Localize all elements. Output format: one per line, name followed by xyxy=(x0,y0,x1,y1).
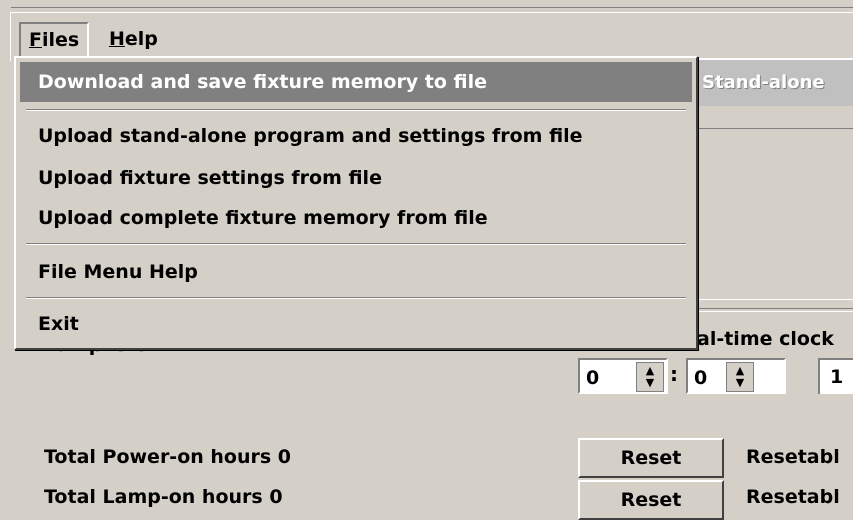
clock-colon: : xyxy=(670,362,678,386)
spin-arrows-icon[interactable]: ▲ ▼ xyxy=(726,362,754,392)
files-dropdown-menu: Download and save fixture memory to file… xyxy=(14,56,698,350)
menu-bar: Files Help xyxy=(10,7,853,61)
clock-minutes-spinner[interactable]: 0 ▲ ▼ xyxy=(686,358,786,394)
menu-item-exit[interactable]: Exit xyxy=(20,304,692,344)
clock-third-field[interactable]: 1 xyxy=(818,358,853,394)
resetable-label-2: Resetabl xyxy=(746,486,840,508)
help-accel: H xyxy=(109,28,125,50)
clock-hours-spinner[interactable]: 0 ▲ ▼ xyxy=(578,358,668,394)
resetable-label: Resetabl xyxy=(746,446,840,468)
spin-arrows-icon[interactable]: ▲ ▼ xyxy=(636,362,664,392)
menu-files[interactable]: Files xyxy=(19,22,90,58)
clock-group-divider xyxy=(690,308,853,312)
menu-item-upload-fixture-settings[interactable]: Upload fixture settings from file xyxy=(20,158,692,198)
menu-help[interactable]: Help xyxy=(101,23,166,55)
tab-stand-alone[interactable]: Stand-alone xyxy=(690,58,853,106)
menu-item-file-menu-help[interactable]: File Menu Help xyxy=(20,252,692,292)
menu-separator xyxy=(26,109,686,111)
menu-item-upload-complete-memory[interactable]: Upload complete fixture memory from file xyxy=(20,198,692,238)
clock-minutes-value: 0 xyxy=(694,367,708,389)
main-window: Files Help Stand-alone al-time clock Lam… xyxy=(0,0,853,520)
clock-third-value: 1 xyxy=(830,366,844,388)
reset-lamp-hours-button[interactable]: Reset xyxy=(578,480,724,520)
power-on-hours-label: Total Power-on hours 0 xyxy=(44,446,292,468)
real-time-clock-label: al-time clock xyxy=(697,328,834,350)
settings-group xyxy=(690,128,853,300)
menu-item-upload-standalone-program[interactable]: Upload stand-alone program and settings … xyxy=(20,116,692,156)
menu-separator xyxy=(26,243,686,245)
files-label-rest: iles xyxy=(41,29,80,51)
menu-bar-top-line xyxy=(11,7,853,8)
files-accel: F xyxy=(29,29,42,51)
lamp-on-hours-label: Total Lamp-on hours 0 xyxy=(44,486,283,508)
menu-item-download-save-memory[interactable]: Download and save fixture memory to file xyxy=(20,62,692,102)
clock-hours-value: 0 xyxy=(586,367,600,389)
menu-separator xyxy=(26,297,686,299)
reset-power-hours-button[interactable]: Reset xyxy=(578,438,724,478)
help-label-rest: elp xyxy=(124,28,158,50)
